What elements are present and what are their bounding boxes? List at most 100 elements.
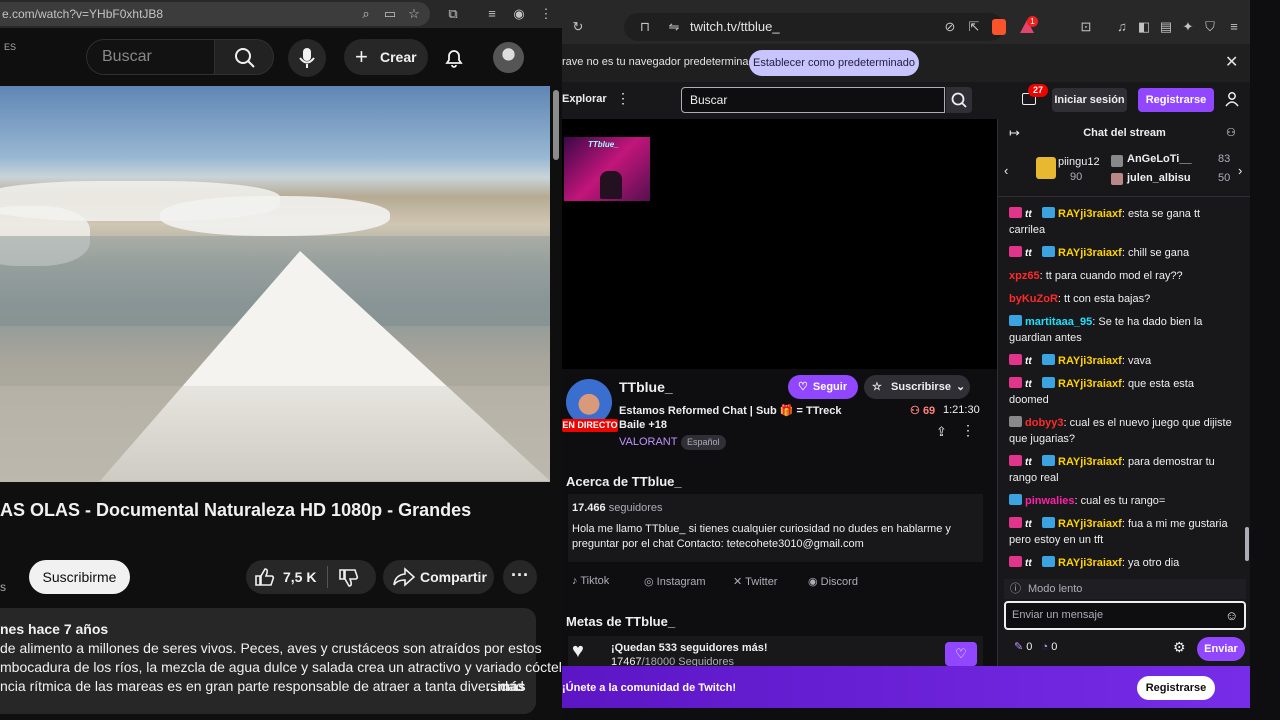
chat-username[interactable]: RAYji3raiaxf	[1058, 557, 1122, 569]
language-tag[interactable]: Español	[681, 435, 726, 450]
set-default-button[interactable]: Establecer como predeterminado	[749, 50, 919, 76]
gifter-count: 83	[1218, 153, 1231, 165]
game-link[interactable]: VALORANT	[619, 436, 677, 448]
explore-link[interactable]: Explorar	[562, 93, 607, 105]
chat-username[interactable]: RAYji3raiaxf	[1058, 355, 1122, 367]
avatar[interactable]	[493, 42, 524, 73]
banner-signup-button[interactable]: Registrarse	[1137, 676, 1215, 700]
social-instagram[interactable]: ◎ Instagram	[644, 575, 706, 588]
share-button[interactable]: Compartir	[383, 560, 494, 594]
wallet-icon[interactable]: ▤	[1158, 19, 1174, 35]
chat-username[interactable]: RAYji3raiaxf	[1058, 247, 1122, 259]
youtube-header: ES Buscar + Crear	[0, 28, 562, 86]
bookmark-icon[interactable]: ⊓	[637, 19, 653, 35]
gift-icon	[1036, 157, 1056, 179]
send-button[interactable]: Enviar	[1197, 637, 1245, 661]
brave-shield-icon[interactable]	[992, 19, 1006, 35]
chat-input[interactable]: Enviar un mensaje	[1004, 601, 1246, 630]
zoom-icon[interactable]: ⌕	[358, 6, 374, 22]
heart-badge-icon	[1009, 207, 1022, 218]
profile-icon[interactable]: ◉	[511, 6, 527, 22]
notifications-button[interactable]	[443, 47, 465, 69]
media-icon[interactable]: ≡	[484, 6, 500, 22]
rewards-badge: 1	[1027, 16, 1038, 27]
social-discord[interactable]: ◉ Discord	[808, 575, 858, 588]
sidebar-icon[interactable]: ◧	[1136, 19, 1152, 35]
like-button[interactable]	[254, 567, 276, 587]
social-tiktok[interactable]: ♪ Tiktok	[572, 575, 609, 587]
heart-badge-icon	[1009, 354, 1022, 365]
search-input[interactable]: Buscar	[86, 39, 214, 75]
chat-scrollbar[interactable]	[1245, 205, 1249, 565]
chat-username[interactable]: xpz65	[1009, 270, 1040, 282]
create-label: Crear	[380, 49, 417, 65]
channel-points[interactable]: ✎ 0 ◔ 0	[1014, 640, 1057, 653]
chat-username[interactable]: pinwalies	[1025, 495, 1075, 507]
heart-badge-icon	[1009, 517, 1022, 528]
voice-search-button[interactable]	[288, 39, 326, 77]
discord-icon: ◉	[808, 576, 818, 588]
scrollbar-thumb[interactable]	[1245, 527, 1249, 561]
emote-picker-icon[interactable]: ☺	[1225, 608, 1238, 623]
chat-message: tt RAYji3raiaxf: chill se gana	[1009, 245, 1235, 261]
chevron-left-icon[interactable]: ‹	[1004, 163, 1008, 178]
share-stream-icon[interactable]: ⇪	[936, 424, 947, 440]
more-vertical-icon[interactable]: ⋮	[961, 422, 975, 439]
gifter-name[interactable]: julen_albisu	[1127, 172, 1191, 184]
chat-username[interactable]: martitaaa_95	[1025, 316, 1092, 328]
search-button[interactable]	[946, 87, 972, 113]
subscribe-button[interactable]: Suscribirme	[29, 560, 130, 594]
reload-icon[interactable]: ↻	[570, 19, 586, 35]
gifter-avatar	[1111, 155, 1123, 167]
more-actions-button[interactable]: ···	[503, 560, 537, 594]
chat-username[interactable]: RAYji3raiaxf	[1058, 456, 1122, 468]
social-twitter[interactable]: ✕ Twitter	[733, 575, 777, 588]
signup-button[interactable]: Registrarse	[1138, 88, 1214, 112]
user-icon[interactable]	[1224, 91, 1240, 107]
video-player[interactable]	[0, 86, 550, 482]
search-input[interactable]: Buscar	[681, 87, 945, 113]
cast-icon[interactable]: ▭	[382, 6, 398, 22]
youtube-window: e.com/watch?v=YHbF0xhtJB8 ⌕ ▭ ☆ ⧉ ≡ ◉ ⋮ …	[0, 0, 562, 720]
screenshot-icon[interactable]: ⊡	[1078, 19, 1094, 35]
bookmark-star-icon[interactable]: ☆	[406, 6, 422, 22]
chat-message: tt RAYji3raiaxf: para demostrar tu rango …	[1009, 454, 1235, 486]
search-button[interactable]	[214, 39, 274, 75]
followers-count: 17.466	[572, 502, 606, 514]
more-vertical-icon[interactable]: ⋮	[616, 90, 630, 107]
login-button[interactable]: Iniciar sesión	[1052, 88, 1127, 112]
channel-name[interactable]: TTblue_	[619, 379, 673, 395]
menu-kebab-icon[interactable]: ⋮	[538, 6, 554, 22]
share-icon[interactable]: ⇱	[966, 19, 982, 35]
dislike-button[interactable]	[338, 568, 360, 588]
extensions-icon[interactable]: ⧉	[445, 6, 461, 22]
gifter-name[interactable]: piingu12	[1058, 156, 1100, 168]
subscribe-button[interactable]: ☆ Suscribirse ⌄	[864, 375, 970, 399]
users-icon[interactable]: ⚇	[1226, 119, 1236, 147]
stream-player[interactable]: TTblue_	[562, 119, 997, 369]
page-scrollbar[interactable]	[552, 86, 560, 720]
vpn-icon[interactable]: ⛉	[1202, 19, 1218, 35]
site-info-icon[interactable]: ⇋	[666, 19, 682, 35]
settings-gear-icon[interactable]: ⚙	[1173, 639, 1186, 656]
leo-ai-icon[interactable]: ✦	[1180, 19, 1196, 35]
music-icon[interactable]: ♫	[1114, 19, 1130, 35]
chevron-right-icon[interactable]: ›	[1238, 163, 1242, 178]
show-more-link[interactable]: ...más	[486, 678, 526, 694]
menu-icon[interactable]: ≡	[1226, 19, 1242, 35]
chat-username[interactable]: dobyy3	[1025, 417, 1064, 429]
chat-username[interactable]: RAYji3raiaxf	[1058, 378, 1122, 390]
chat-username[interactable]: RAYji3raiaxf	[1058, 518, 1122, 530]
create-button[interactable]: + Crear	[344, 39, 428, 75]
gifter-name[interactable]: AnGeLoTi__	[1127, 153, 1192, 165]
collapse-chat-icon[interactable]: ↦	[1009, 119, 1020, 147]
close-icon[interactable]: ✕	[1225, 52, 1238, 72]
block-icon[interactable]: ⊘	[942, 19, 958, 35]
subscribe-label: Suscribirse	[891, 381, 951, 393]
chat-username[interactable]: RAYji3raiaxf	[1058, 208, 1122, 220]
chat-username[interactable]: byKuZoR	[1009, 293, 1058, 305]
scrollbar-thumb[interactable]	[553, 90, 559, 160]
follow-button[interactable]: ♡ Seguir	[788, 375, 858, 399]
description-box[interactable]: nes hace 7 años de alimento a millones d…	[0, 608, 562, 714]
goal-follow-button[interactable]: ♡	[945, 642, 977, 666]
